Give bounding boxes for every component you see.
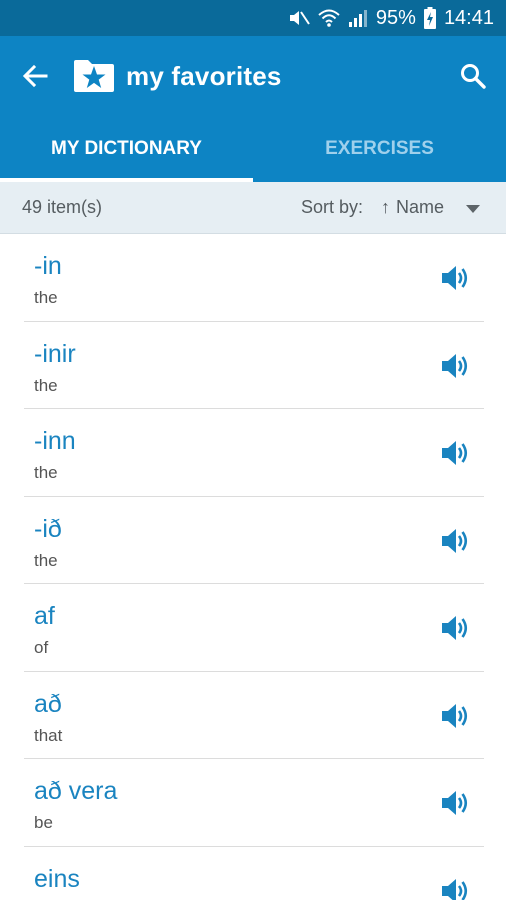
signal-icon	[348, 8, 368, 28]
favorites-list: -in the -inir the -inn the -ið the af of…	[24, 234, 484, 900]
page-title: my favorites	[126, 60, 282, 91]
entry-translation: the	[34, 288, 58, 307]
search-button[interactable]	[440, 36, 506, 116]
status-bar: 95% 14:41	[0, 0, 506, 36]
speaker-icon[interactable]	[440, 877, 470, 900]
list-item[interactable]: af of	[24, 584, 484, 672]
sort-direction-icon[interactable]: ↑	[381, 197, 390, 218]
entry-word: að vera	[34, 777, 118, 805]
list-item[interactable]: eins	[24, 847, 484, 900]
list-item[interactable]: að that	[24, 672, 484, 759]
wifi-icon	[318, 8, 340, 28]
search-icon	[461, 64, 486, 89]
entry-translation: be	[34, 813, 53, 832]
speaker-icon[interactable]	[440, 439, 470, 467]
speaker-icon[interactable]	[440, 527, 470, 555]
dropdown-arrow-icon[interactable]	[466, 197, 480, 218]
entry-translation: the	[34, 375, 58, 395]
arrow-left-icon	[22, 64, 48, 88]
star-folder-icon	[74, 60, 114, 92]
entry-word: -inir	[34, 339, 76, 368]
entry-word: af	[34, 602, 55, 630]
clock: 14:41	[443, 6, 494, 29]
entry-word: -inn	[34, 427, 76, 455]
list-item[interactable]: -in the	[24, 234, 484, 322]
speaker-icon[interactable]	[440, 789, 470, 817]
tab-bar: MY DICTIONARY EXERCISES	[0, 116, 506, 182]
tab-my-dictionary[interactable]: MY DICTIONARY	[0, 116, 253, 182]
mute-icon	[288, 8, 310, 28]
entry-translation: of	[34, 638, 49, 657]
list-item[interactable]: -inir the	[24, 322, 484, 409]
speaker-icon[interactable]	[440, 702, 470, 730]
app-bar: my favorites	[0, 36, 506, 116]
sort-bar: 49 item(s) Sort by: ↑ Name	[0, 182, 506, 234]
sort-dropdown[interactable]: Name	[396, 197, 444, 218]
entry-word: -ið	[34, 514, 62, 543]
back-button[interactable]	[0, 36, 70, 116]
entry-word: -in	[34, 252, 62, 280]
speaker-icon[interactable]	[440, 352, 470, 380]
entry-word: að	[34, 689, 62, 718]
item-count: 49 item(s)	[22, 197, 103, 217]
speaker-icon[interactable]	[440, 614, 470, 642]
list-item[interactable]: að vera be	[24, 759, 484, 847]
speaker-icon[interactable]	[440, 264, 470, 292]
battery-percent: 95%	[375, 6, 416, 29]
entry-word: eins	[34, 864, 80, 893]
entry-translation: the	[34, 550, 58, 570]
battery-charging-icon	[423, 7, 436, 29]
list-item[interactable]: -ið the	[24, 497, 484, 584]
sort-label: Sort by:	[300, 197, 363, 217]
entry-translation: that	[34, 725, 63, 745]
tab-exercises[interactable]: EXERCISES	[253, 116, 506, 182]
entry-translation: the	[34, 463, 58, 482]
list-item[interactable]: -inn the	[24, 409, 484, 497]
